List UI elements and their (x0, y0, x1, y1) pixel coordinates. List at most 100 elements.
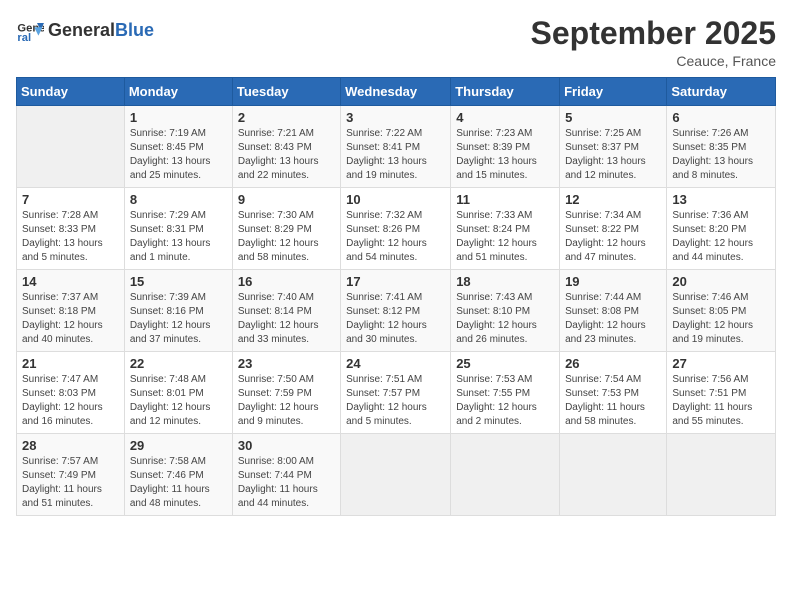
header-sunday: Sunday (17, 78, 125, 106)
calendar-cell: 10Sunrise: 7:32 AM Sunset: 8:26 PM Dayli… (341, 188, 451, 270)
day-number: 3 (346, 110, 445, 125)
day-number: 25 (456, 356, 554, 371)
day-number: 21 (22, 356, 119, 371)
day-info: Sunrise: 7:56 AM Sunset: 7:51 PM Dayligh… (672, 373, 770, 429)
day-number: 7 (22, 192, 119, 207)
calendar-cell: 27 Sunrise: 7:56 AM Sunset: 7:51 PM Dayli… (667, 352, 776, 434)
calendar-cell: 8Sunrise: 7:29 AM Sunset: 8:31 PM Daylig… (124, 188, 232, 270)
calendar-cell (560, 434, 667, 516)
calendar-cell: 30Sunrise: 8:00 AM Sunset: 7:44 PM Dayli… (232, 434, 340, 516)
day-number: 17 (346, 274, 445, 289)
calendar-cell (667, 434, 776, 516)
day-info: Sunrise: 7:36 AM Sunset: 8:20 PM Dayligh… (672, 209, 770, 265)
day-number: 20 (672, 274, 770, 289)
day-info: Sunrise: 7:50 AM Sunset: 7:59 PM Dayligh… (238, 373, 335, 429)
page-title: September 2025 (531, 16, 776, 51)
logo-icon: Gene ral (16, 16, 44, 44)
header-friday: Friday (560, 78, 667, 106)
day-number: 22 (130, 356, 227, 371)
day-number: 13 (672, 192, 770, 207)
logo-blue: Blue (115, 20, 154, 40)
day-info: Sunrise: 7:28 AM Sunset: 8:33 PM Dayligh… (22, 209, 119, 265)
calendar-cell: 23 Sunrise: 7:50 AM Sunset: 7:59 PM Dayli… (232, 352, 340, 434)
logo-general: General (48, 20, 115, 40)
calendar-week-4: 21 Sunrise: 7:47 AM Sunset: 8:03 PM Dayli… (17, 352, 776, 434)
day-info: Sunrise: 7:51 AM Sunset: 7:57 PM Dayligh… (346, 373, 445, 429)
day-number: 30 (238, 438, 335, 453)
header-thursday: Thursday (451, 78, 560, 106)
day-number: 1 (130, 110, 227, 125)
calendar-cell: 13 Sunrise: 7:36 AM Sunset: 8:20 PM Dayli… (667, 188, 776, 270)
page-header: Gene ral GeneralBlue September 2025 Ceau… (16, 16, 776, 69)
day-number: 23 (238, 356, 335, 371)
calendar-cell: 20Sunrise: 7:46 AM Sunset: 8:05 PM Dayli… (667, 270, 776, 352)
day-number: 16 (238, 274, 335, 289)
calendar-week-5: 28Sunrise: 7:57 AM Sunset: 7:49 PM Dayli… (17, 434, 776, 516)
day-info: Sunrise: 7:40 AM Sunset: 8:14 PM Dayligh… (238, 291, 335, 347)
day-number: 28 (22, 438, 119, 453)
day-info: Sunrise: 7:37 AM Sunset: 8:18 PM Dayligh… (22, 291, 119, 347)
day-info: Sunrise: 7:44 AM Sunset: 8:08 PM Dayligh… (565, 291, 661, 347)
svg-text:ral: ral (17, 32, 31, 44)
day-info: Sunrise: 7:21 AM Sunset: 8:43 PM Dayligh… (238, 127, 335, 183)
header-monday: Monday (124, 78, 232, 106)
calendar-header-row: SundayMondayTuesdayWednesdayThursdayFrid… (17, 78, 776, 106)
day-info: Sunrise: 7:34 AM Sunset: 8:22 PM Dayligh… (565, 209, 661, 265)
header-saturday: Saturday (667, 78, 776, 106)
day-number: 5 (565, 110, 661, 125)
header-tuesday: Tuesday (232, 78, 340, 106)
calendar-cell: 22 Sunrise: 7:48 AM Sunset: 8:01 PM Dayli… (124, 352, 232, 434)
calendar-cell (451, 434, 560, 516)
calendar-cell: 3 Sunrise: 7:22 AM Sunset: 8:41 PM Daylig… (341, 106, 451, 188)
day-number: 15 (130, 274, 227, 289)
day-number: 14 (22, 274, 119, 289)
day-info: Sunrise: 7:41 AM Sunset: 8:12 PM Dayligh… (346, 291, 445, 347)
calendar-cell: 17 Sunrise: 7:41 AM Sunset: 8:12 PM Dayli… (341, 270, 451, 352)
day-info: Sunrise: 7:19 AM Sunset: 8:45 PM Dayligh… (130, 127, 227, 183)
day-info: Sunrise: 7:22 AM Sunset: 8:41 PM Dayligh… (346, 127, 445, 183)
day-number: 29 (130, 438, 227, 453)
calendar-cell: 11 Sunrise: 7:33 AM Sunset: 8:24 PM Dayli… (451, 188, 560, 270)
calendar-cell: 25Sunrise: 7:53 AM Sunset: 7:55 PM Dayli… (451, 352, 560, 434)
day-number: 8 (130, 192, 227, 207)
day-info: Sunrise: 7:48 AM Sunset: 8:01 PM Dayligh… (130, 373, 227, 429)
header-wednesday: Wednesday (341, 78, 451, 106)
day-info: Sunrise: 7:23 AM Sunset: 8:39 PM Dayligh… (456, 127, 554, 183)
calendar-table: SundayMondayTuesdayWednesdayThursdayFrid… (16, 77, 776, 516)
day-number: 6 (672, 110, 770, 125)
day-number: 9 (238, 192, 335, 207)
day-info: Sunrise: 7:43 AM Sunset: 8:10 PM Dayligh… (456, 291, 554, 347)
calendar-cell: 29 Sunrise: 7:58 AM Sunset: 7:46 PM Dayli… (124, 434, 232, 516)
calendar-week-1: 1 Sunrise: 7:19 AM Sunset: 8:45 PM Daylig… (17, 106, 776, 188)
calendar-cell: 14 Sunrise: 7:37 AM Sunset: 8:18 PM Dayli… (17, 270, 125, 352)
logo: Gene ral GeneralBlue (16, 16, 154, 44)
day-info: Sunrise: 7:30 AM Sunset: 8:29 PM Dayligh… (238, 209, 335, 265)
day-info: Sunrise: 7:26 AM Sunset: 8:35 PM Dayligh… (672, 127, 770, 183)
calendar-cell: 28Sunrise: 7:57 AM Sunset: 7:49 PM Dayli… (17, 434, 125, 516)
calendar-cell: 24 Sunrise: 7:51 AM Sunset: 7:57 PM Dayli… (341, 352, 451, 434)
calendar-cell: 19 Sunrise: 7:44 AM Sunset: 8:08 PM Dayli… (560, 270, 667, 352)
calendar-cell (341, 434, 451, 516)
day-number: 4 (456, 110, 554, 125)
day-info: Sunrise: 7:58 AM Sunset: 7:46 PM Dayligh… (130, 455, 227, 511)
calendar-cell: 6 Sunrise: 7:26 AM Sunset: 8:35 PM Daylig… (667, 106, 776, 188)
calendar-cell: 4 Sunrise: 7:23 AM Sunset: 8:39 PM Daylig… (451, 106, 560, 188)
day-info: Sunrise: 7:33 AM Sunset: 8:24 PM Dayligh… (456, 209, 554, 265)
calendar-cell: 1 Sunrise: 7:19 AM Sunset: 8:45 PM Daylig… (124, 106, 232, 188)
title-block: September 2025 Ceauce, France (531, 16, 776, 69)
day-number: 24 (346, 356, 445, 371)
day-number: 19 (565, 274, 661, 289)
calendar-cell: 26 Sunrise: 7:54 AM Sunset: 7:53 PM Dayli… (560, 352, 667, 434)
calendar-cell (17, 106, 125, 188)
calendar-cell: 2 Sunrise: 7:21 AM Sunset: 8:43 PM Daylig… (232, 106, 340, 188)
day-number: 26 (565, 356, 661, 371)
day-number: 11 (456, 192, 554, 207)
calendar-cell: 18Sunrise: 7:43 AM Sunset: 8:10 PM Dayli… (451, 270, 560, 352)
day-info: Sunrise: 7:54 AM Sunset: 7:53 PM Dayligh… (565, 373, 661, 429)
day-number: 10 (346, 192, 445, 207)
calendar-cell: 7 Sunrise: 7:28 AM Sunset: 8:33 PM Daylig… (17, 188, 125, 270)
calendar-cell: 15Sunrise: 7:39 AM Sunset: 8:16 PM Dayli… (124, 270, 232, 352)
day-number: 27 (672, 356, 770, 371)
day-info: Sunrise: 7:47 AM Sunset: 8:03 PM Dayligh… (22, 373, 119, 429)
day-number: 2 (238, 110, 335, 125)
